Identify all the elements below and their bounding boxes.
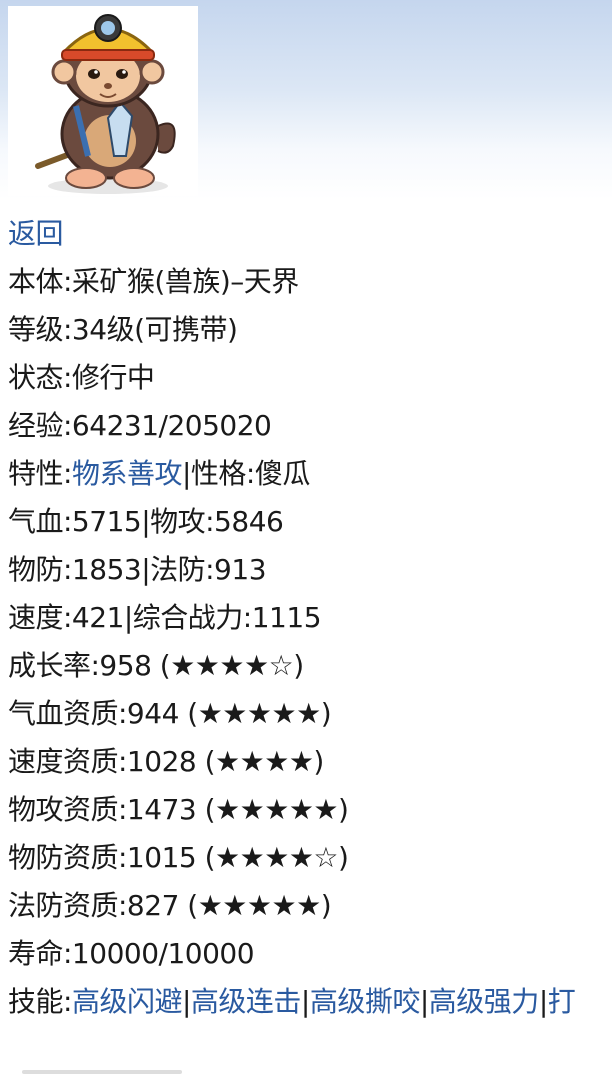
skill-link[interactable]: 高级连击 [191, 985, 302, 1018]
skills-label: 技能: [8, 985, 72, 1018]
back-line: 返回 [8, 210, 612, 258]
info-speed-aptitude: 速度资质:1028 (★★★★) [8, 745, 324, 778]
info-def-aptitude: 物防资质:1015 (★★★★☆) [8, 841, 349, 874]
trait-label: 特性: [8, 457, 72, 490]
info-def-mdef: 物防:1853|法防:913 [8, 553, 267, 586]
skill-link[interactable]: 高级撕咬 [310, 985, 421, 1018]
pet-portrait [8, 6, 198, 196]
info-growth: 成长率:958 (★★★★☆) [8, 649, 304, 682]
skill-link[interactable]: 高级闪避 [72, 985, 183, 1018]
info-hp-atk: 气血:5715|物攻:5846 [8, 505, 284, 538]
info-trait-line: 特性:物系善攻|性格:傻瓜 [8, 450, 612, 498]
pet-info-list: 返回 本体:采矿猴(兽族)–天界 等级:34级(可携带) 状态:修行中 经验:6… [8, 210, 612, 1026]
skill-link[interactable]: 高级强力 [429, 985, 540, 1018]
skill-link[interactable]: 打 [548, 985, 576, 1018]
info-speed-power: 速度:421|综合战力:1115 [8, 601, 322, 634]
info-atk-aptitude: 物攻资质:1473 (★★★★★) [8, 793, 349, 826]
personality-text: |性格:傻瓜 [181, 457, 310, 490]
skills-line: 技能:高级闪避|高级连击|高级撕咬|高级强力|打 [8, 978, 612, 1026]
skill-separator: | [419, 985, 429, 1018]
info-lifespan: 寿命:10000/10000 [8, 937, 255, 970]
skill-separator: | [181, 985, 191, 1018]
info-level: 等级:34级(可携带) [8, 313, 238, 346]
info-status: 状态:修行中 [8, 361, 155, 394]
pet-detail-page: 返回 本体:采矿猴(兽族)–天界 等级:34级(可携带) 状态:修行中 经验:6… [0, 0, 612, 1080]
info-body: 本体:采矿猴(兽族)–天界 [8, 265, 299, 298]
trait-link[interactable]: 物系善攻 [72, 457, 183, 490]
info-hp-aptitude: 气血资质:944 (★★★★★) [8, 697, 332, 730]
mining-monkey-portrait-icon [35, 14, 176, 194]
info-mdef-aptitude: 法防资质:827 (★★★★★) [8, 889, 332, 922]
skill-separator: | [538, 985, 548, 1018]
info-exp: 经验:64231/205020 [8, 409, 272, 442]
back-link[interactable]: 返回 [8, 217, 64, 250]
footer-divider [22, 1070, 182, 1074]
skill-separator: | [300, 985, 310, 1018]
